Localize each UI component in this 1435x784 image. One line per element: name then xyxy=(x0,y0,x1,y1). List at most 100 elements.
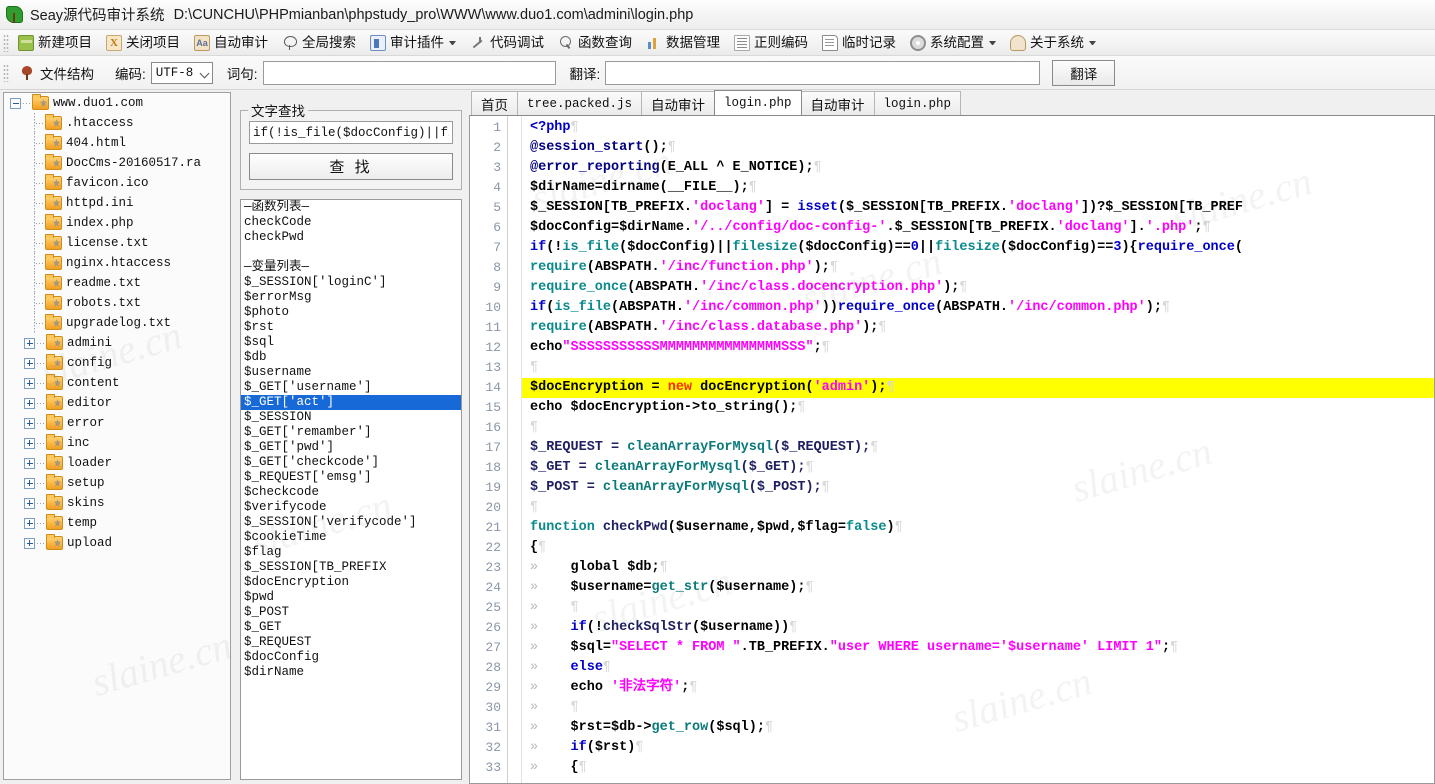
symbol-list-item[interactable]: $_SESSION['loginC'] xyxy=(241,275,461,290)
symbol-list-item[interactable]: $_GET['pwd'] xyxy=(241,440,461,455)
translate-input[interactable] xyxy=(605,60,1041,85)
toolbar-data-manage[interactable]: 数据管理 xyxy=(640,32,726,54)
fold-cell[interactable] xyxy=(508,718,521,738)
code-line[interactable]: @session_start();¶ xyxy=(522,138,1434,158)
editor-tabstrip[interactable]: 首页 tree.packed.js 自动审计 login.php 自动审计 login.p… xyxy=(469,90,1435,115)
tree-collapse-icon[interactable] xyxy=(10,97,21,109)
tree-node-file[interactable]: upgradelog.txt xyxy=(4,313,230,333)
symbol-list-item[interactable]: $photo xyxy=(241,305,461,320)
code-line[interactable]: $docEncryption = new docEncryption('admi… xyxy=(522,378,1434,398)
symbol-list[interactable]: —函数列表— checkCode checkPwd —变量列表— $_SESSION['… xyxy=(240,199,462,780)
toolbar-code-debug[interactable]: 代码调试 xyxy=(464,32,550,54)
fold-cell[interactable] xyxy=(508,258,521,278)
code-line[interactable]: require_once(ABSPATH.'/inc/class.docencr… xyxy=(522,278,1434,298)
toolbar-function-query[interactable]: 函数查询 xyxy=(552,32,638,54)
symbol-list-item[interactable]: $_SESSION[TB_PREFIX xyxy=(241,560,461,575)
tree-node-file[interactable]: favicon.ico xyxy=(4,173,230,193)
toolbar-system-config[interactable]: 系统配置 xyxy=(904,32,1002,54)
fold-margin[interactable] xyxy=(508,116,522,783)
code-line[interactable]: {¶ xyxy=(522,538,1434,558)
code-line[interactable]: » global $db;¶ xyxy=(522,558,1434,578)
fold-cell[interactable] xyxy=(508,138,521,158)
code-line[interactable]: if(!is_file($docConfig)||filesize($docCo… xyxy=(522,238,1434,258)
editor-tab[interactable]: 自动审计 xyxy=(641,91,716,115)
symbol-list-item[interactable]: $_GET['checkcode'] xyxy=(241,455,461,470)
symbol-list-item[interactable]: $db xyxy=(241,350,461,365)
tree-node-folder[interactable]: content xyxy=(4,373,230,393)
editor-tab[interactable]: login.php xyxy=(873,91,962,115)
symbol-list-item[interactable]: $_SESSION['verifycode'] xyxy=(241,515,461,530)
tree-expand-icon[interactable] xyxy=(24,437,35,449)
code-line[interactable]: ¶ xyxy=(522,358,1434,378)
symbol-list-item[interactable]: $sql xyxy=(241,335,461,350)
tree-expand-icon[interactable] xyxy=(24,337,35,349)
code-line[interactable]: » else¶ xyxy=(522,658,1434,678)
code-line[interactable]: $_REQUEST = cleanArrayForMysql($_REQUEST… xyxy=(522,438,1434,458)
symbol-list-item[interactable]: $pwd xyxy=(241,590,461,605)
translate-button[interactable]: 翻译 xyxy=(1052,59,1116,86)
toolbar2-grip[interactable] xyxy=(3,63,9,82)
chevron-down-icon[interactable] xyxy=(1089,40,1096,45)
symbol-list-item[interactable]: $_REQUEST['emsg'] xyxy=(241,470,461,485)
tree-node-folder[interactable]: setup xyxy=(4,473,230,493)
fold-cell[interactable] xyxy=(508,758,521,778)
symbol-list-item[interactable]: —变量列表— xyxy=(241,260,461,275)
code-line[interactable]: require(ABSPATH.'/inc/class.database.php… xyxy=(522,318,1434,338)
chevron-down-icon[interactable] xyxy=(449,40,456,45)
file-tree-panel[interactable]: www.duo1.com .htaccess 404.html DocCms-2016… xyxy=(3,92,231,780)
symbol-list-item[interactable]: $rst xyxy=(241,320,461,335)
encoding-select[interactable]: UTF-8 xyxy=(150,61,213,84)
code-line[interactable]: » $username=get_str($username);¶ xyxy=(522,578,1434,598)
editor-tab[interactable]: 首页 xyxy=(471,91,518,115)
tree-node-file[interactable]: httpd.ini xyxy=(4,193,230,213)
tree-node-file[interactable]: index.php xyxy=(4,213,230,233)
code-line[interactable]: $dirName=dirname(__FILE__);¶ xyxy=(522,178,1434,198)
code-line[interactable]: echo"SSSSSSSSSSSMMMMMMMMMMMMMMMSSS";¶ xyxy=(522,338,1434,358)
code-line[interactable]: » if(!checkSqlStr($username))¶ xyxy=(522,618,1434,638)
tree-expand-icon[interactable] xyxy=(24,537,35,549)
fold-cell[interactable] xyxy=(508,298,521,318)
toolbar-about-system[interactable]: 关于系统 xyxy=(1004,32,1102,54)
code-editor[interactable]: 1 2 3 4 5 6 7 8 9 10 11 12 13 14 15 16 17 18 19 20 21 22 23 24 2… xyxy=(469,115,1435,784)
fold-cell[interactable] xyxy=(508,178,521,198)
fold-cell[interactable] xyxy=(508,358,521,378)
tree-node-folder[interactable]: temp xyxy=(4,513,230,533)
fold-cell[interactable] xyxy=(508,558,521,578)
code-content[interactable]: <?php¶ @session_start();¶ @error_reporting… xyxy=(522,116,1434,783)
code-line[interactable]: » $rst=$db->get_row($sql);¶ xyxy=(522,718,1434,738)
code-line[interactable]: <?php¶ xyxy=(522,118,1434,138)
symbol-list-item[interactable]: $_REQUEST xyxy=(241,635,461,650)
code-line[interactable]: » ¶ xyxy=(522,698,1434,718)
file-structure-button[interactable]: 文件结构 xyxy=(12,61,101,85)
word-input[interactable] xyxy=(262,60,556,85)
fold-cell[interactable] xyxy=(508,398,521,418)
symbol-list-item[interactable]: $username xyxy=(241,365,461,380)
fold-cell[interactable] xyxy=(508,518,521,538)
code-line[interactable]: if(is_file(ABSPATH.'/inc/common.php'))re… xyxy=(522,298,1434,318)
fold-cell[interactable] xyxy=(508,738,521,758)
tree-expand-icon[interactable] xyxy=(24,357,35,369)
fold-cell[interactable] xyxy=(508,418,521,438)
fold-cell[interactable] xyxy=(508,238,521,258)
file-tree[interactable]: www.duo1.com .htaccess 404.html DocCms-2016… xyxy=(4,93,230,779)
fold-cell[interactable] xyxy=(508,458,521,478)
fold-cell[interactable] xyxy=(508,698,521,718)
toolbar-grip[interactable] xyxy=(3,33,9,52)
fold-cell[interactable] xyxy=(508,578,521,598)
tree-expand-icon[interactable] xyxy=(24,477,35,489)
code-line[interactable]: ¶ xyxy=(522,418,1434,438)
tree-node-file[interactable]: nginx.htaccess xyxy=(4,253,230,273)
text-find-button[interactable]: 查 找 xyxy=(249,153,453,180)
symbol-list-item[interactable]: $docEncryption xyxy=(241,575,461,590)
symbol-list-item[interactable]: checkPwd xyxy=(241,230,461,245)
tree-expand-icon[interactable] xyxy=(24,497,35,509)
fold-cell[interactable] xyxy=(508,478,521,498)
tree-node-folder[interactable]: error xyxy=(4,413,230,433)
tree-node-folder[interactable]: editor xyxy=(4,393,230,413)
code-line[interactable]: » ¶ xyxy=(522,598,1434,618)
fold-cell[interactable] xyxy=(508,378,521,398)
toolbar-regex-encode[interactable]: 正则编码 xyxy=(728,32,814,54)
code-line[interactable]: function checkPwd($username,$pwd,$flag=f… xyxy=(522,518,1434,538)
symbol-list-item[interactable]: $_GET['remamber'] xyxy=(241,425,461,440)
fold-cell[interactable] xyxy=(508,278,521,298)
